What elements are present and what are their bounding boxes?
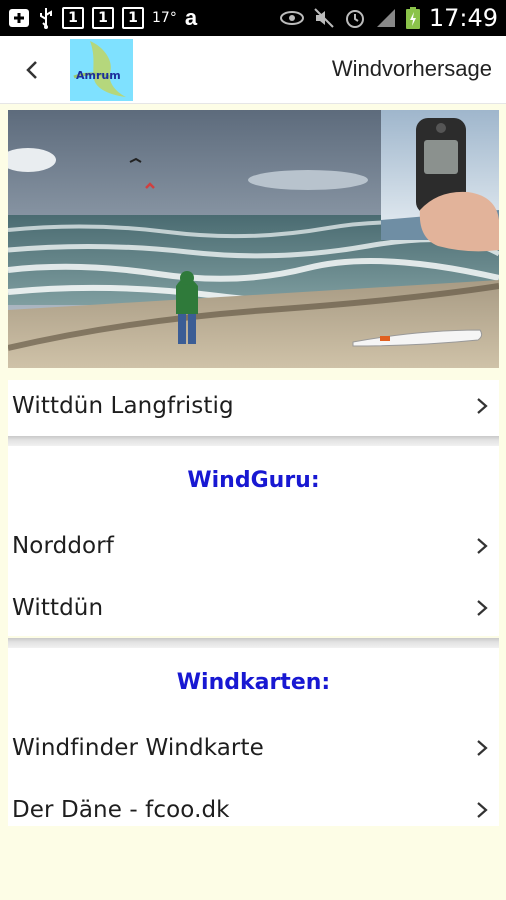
section-heading-windguru: WindGuru: [187, 468, 320, 493]
windkarten-card: Windkarten: Windfinder Windkarte Der Dän… [8, 648, 499, 826]
logo-text: Amrum [76, 69, 121, 82]
list-item-label: Wittdün Langfristig [12, 393, 234, 419]
eye-icon [279, 10, 304, 26]
chevron-right-icon [477, 740, 488, 756]
list-item-wittduen[interactable]: Wittdün [8, 582, 499, 634]
usb-icon [38, 7, 54, 29]
chevron-right-icon [477, 538, 488, 554]
list-item-wittduen-langfristig[interactable]: Wittdün Langfristig [8, 380, 499, 432]
section-heading-windkarten: Windkarten: [176, 670, 331, 695]
add-box-icon [8, 8, 30, 28]
windguru-card: WindGuru: Norddorf Wittdün [8, 446, 499, 636]
status-bar: 1 1 1 17° a 17:49 [0, 0, 506, 36]
sim2-icon: 1 [92, 7, 114, 29]
amazon-icon: a [184, 5, 198, 30]
temperature-text: 17° [152, 10, 177, 26]
page-title: Windvorhersage [331, 56, 492, 81]
list-item-label: Der Däne - fcoo.dk [12, 797, 230, 823]
section-divider [8, 436, 499, 446]
action-bar: Amrum Windvorhersage [0, 36, 506, 104]
list-item-label: Wittdün [12, 595, 104, 621]
list-item-label: Windfinder Windkarte [12, 735, 264, 761]
chevron-right-icon [477, 398, 488, 414]
list-item-der-daene-fcoo[interactable]: Der Däne - fcoo.dk [8, 784, 499, 836]
hero-image [8, 110, 499, 368]
list-item-norddorf[interactable]: Norddorf [8, 520, 499, 572]
app-logo: Amrum [70, 39, 133, 101]
chevron-right-icon [477, 600, 488, 616]
chevron-right-icon [477, 802, 488, 818]
mute-icon [313, 7, 335, 29]
long-term-card: Wittdün Langfristig [8, 380, 499, 436]
list-item-windfinder-windkarte[interactable]: Windfinder Windkarte [8, 722, 499, 774]
chevron-left-icon [26, 61, 37, 79]
back-button[interactable] [18, 56, 46, 84]
battery-icon [405, 7, 420, 29]
section-divider [8, 638, 499, 648]
clock-time: 17:49 [428, 4, 498, 32]
sim3-icon: 1 [122, 7, 144, 29]
signal-icon [375, 7, 397, 29]
list-item-label: Norddorf [12, 533, 114, 559]
sim1-icon: 1 [62, 7, 84, 29]
alarm-icon [344, 7, 366, 29]
